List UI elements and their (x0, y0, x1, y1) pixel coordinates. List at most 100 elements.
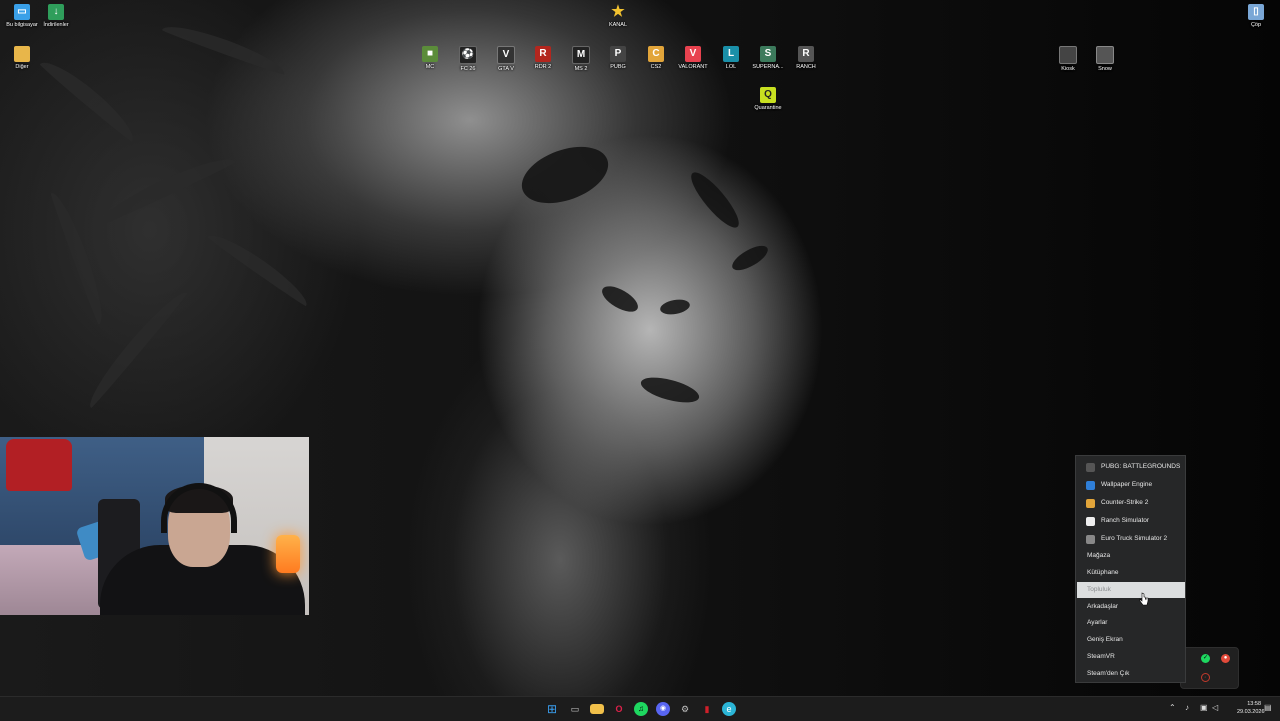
supernatural-icon: S (760, 46, 776, 62)
menu-item-label: SteamVR (1087, 653, 1115, 660)
ms2-icon: M (572, 46, 590, 64)
gta-icon: V (497, 46, 515, 64)
desktop-icon-label: Snow (1098, 66, 1112, 72)
menu-item-label: Geniş Ekran (1087, 636, 1123, 643)
file-explorer-icon[interactable] (590, 704, 604, 714)
menu-item-euro-truck-simulator-2[interactable]: Euro Truck Simulator 2 (1077, 531, 1185, 547)
desktop-icon-kanal[interactable]: ★ KANAL (596, 4, 640, 29)
red-app-icon[interactable]: ▮ (700, 702, 714, 716)
computer-icon: ▭ (14, 4, 30, 20)
notification-icon[interactable]: ▤ (1264, 703, 1272, 713)
pubg-icon (1086, 463, 1095, 472)
speaker-icon[interactable]: ◁ (1212, 703, 1218, 713)
edge-icon[interactable]: e (722, 702, 736, 716)
wallpaper-detail (638, 372, 702, 408)
menu-item-ranch-simulator[interactable]: Ranch Simulator (1077, 513, 1185, 529)
menu-item-label: Steam'den Çık (1087, 670, 1130, 677)
pubg-icon: P (610, 46, 626, 62)
download-folder-icon: ↓ (48, 4, 64, 20)
desktop-icon-other[interactable]: Diğer (0, 46, 44, 71)
desktop-icon-label: Çöp (1250, 22, 1262, 28)
menu-item-label: Mağaza (1087, 552, 1111, 559)
tray-app-icon[interactable]: ◦ (1201, 673, 1210, 682)
menu-item-label: PUBG: BATTLEGROUNDS (1101, 463, 1181, 470)
menu-item-counter-strike-2[interactable]: Counter-Strike 2 (1077, 495, 1185, 511)
minecraft-icon: ■ (422, 46, 438, 62)
desktop-icon-label: KANAL (608, 22, 628, 28)
menu-item-label: Topluluk (1087, 586, 1111, 593)
menu-item-steamvr[interactable]: SteamVR (1077, 649, 1185, 665)
star-icon: ★ (611, 3, 625, 20)
wallpaper-detail (161, 18, 289, 76)
wallpaper-detail (206, 226, 314, 308)
menu-item-label: Wallpaper Engine (1101, 481, 1153, 488)
menu-item-label: Arkadaşlar (1087, 603, 1119, 610)
opera-gx-icon[interactable]: O (612, 702, 626, 716)
wallpaper-detail (93, 149, 237, 227)
tray-app-icon[interactable]: ✓ (1201, 654, 1210, 663)
menu-item-big-picture[interactable]: Geniş Ekran (1077, 632, 1185, 648)
menu-item-wallpaper-engine[interactable]: Wallpaper Engine (1077, 477, 1185, 493)
menu-item-label: Ranch Simulator (1101, 517, 1150, 524)
ranch-icon (1086, 517, 1095, 526)
wallpaper-detail (38, 53, 142, 143)
menu-item-library[interactable]: Kütüphane (1077, 565, 1185, 581)
kiosk-icon (1059, 46, 1077, 64)
steam-icon[interactable]: ⚙ (678, 702, 692, 716)
menu-item-label: Euro Truck Simulator 2 (1101, 535, 1168, 542)
desktop-icon-snow[interactable]: Snow (1083, 46, 1127, 73)
clock-date: 29.03.2026 (1237, 709, 1265, 715)
menu-item-pubg[interactable]: PUBG: BATTLEGROUNDS (1077, 459, 1185, 475)
cs2-icon: C (648, 46, 664, 62)
menu-item-exit-steam[interactable]: Steam'den Çık (1077, 666, 1185, 682)
webcam-overlay (0, 437, 309, 615)
webcam-jersey (6, 439, 72, 491)
desktop-icon-label: İndirilenler (43, 22, 69, 28)
system-clock[interactable]: 13:58 29.03.2026 (1237, 700, 1265, 716)
mouse-cursor-icon (1139, 592, 1149, 606)
menu-item-label: Kütüphane (1087, 569, 1119, 576)
wallpaper-detail (659, 297, 691, 317)
cs2-icon (1086, 499, 1095, 508)
menu-item-community[interactable]: Topluluk (1077, 582, 1185, 598)
desktop-icon-label: Quarantine (754, 105, 782, 111)
wallpaper-detail (49, 188, 111, 326)
start-button[interactable]: ⊞ (545, 702, 559, 716)
wallpaper-engine-icon (1086, 481, 1095, 490)
chevron-up-icon[interactable]: ⌃ (1169, 703, 1176, 713)
wallpaper-detail (514, 136, 616, 214)
microphone-icon[interactable]: ♪ (1185, 703, 1189, 713)
task-view-button[interactable]: ▭ (568, 702, 582, 716)
ranch-icon: R (798, 46, 814, 62)
desktop-icon-ranch[interactable]: R RANCH (784, 46, 828, 71)
desktop-icon-downloads[interactable]: ↓ İndirilenler (34, 4, 78, 29)
spotify-icon[interactable]: ♫ (634, 702, 648, 716)
recycle-bin-icon: ▯ (1248, 4, 1264, 20)
valorant-icon: V (685, 46, 701, 62)
menu-item-settings[interactable]: Ayarlar (1077, 615, 1185, 631)
menu-item-store[interactable]: Mağaza (1077, 548, 1185, 564)
wallpaper-detail (598, 281, 642, 317)
clock-time: 13:58 (1247, 701, 1261, 707)
menu-item-label: Ayarlar (1087, 619, 1108, 626)
network-icon[interactable]: ▣ (1200, 703, 1208, 713)
webcam-lamp (276, 535, 300, 573)
tray-app-icon[interactable]: ● (1221, 654, 1230, 663)
discord-icon[interactable]: ◉ (656, 702, 670, 716)
rdr2-icon: R (535, 46, 551, 62)
menu-item-friends[interactable]: Arkadaşlar (1077, 599, 1185, 615)
quarantine-icon: Q (760, 87, 776, 103)
taskbar: ⊞ ▭ O ♫ ◉ ⚙ ▮ e ⌃ ♪ ▣ ◁ 13:58 29.03.2026… (0, 696, 1280, 721)
ets2-icon (1086, 535, 1095, 544)
wallpaper-detail (684, 166, 746, 234)
desktop-icon-label: Diğer (15, 64, 29, 70)
desktop-icon-recycle-bin[interactable]: ▯ Çöp (1234, 4, 1278, 29)
wallpaper-detail (728, 241, 772, 275)
snow-icon (1096, 46, 1114, 64)
fc26-icon: ⚽ (459, 46, 477, 64)
lol-icon: L (723, 46, 739, 62)
desktop-icon-quarantine[interactable]: Q Quarantine (746, 87, 790, 112)
menu-item-label: Counter-Strike 2 (1101, 499, 1149, 506)
steam-context-menu: PUBG: BATTLEGROUNDS Wallpaper Engine Cou… (1075, 455, 1186, 683)
tray-overflow-flyout: ✓ ● ◦ (1180, 647, 1239, 689)
